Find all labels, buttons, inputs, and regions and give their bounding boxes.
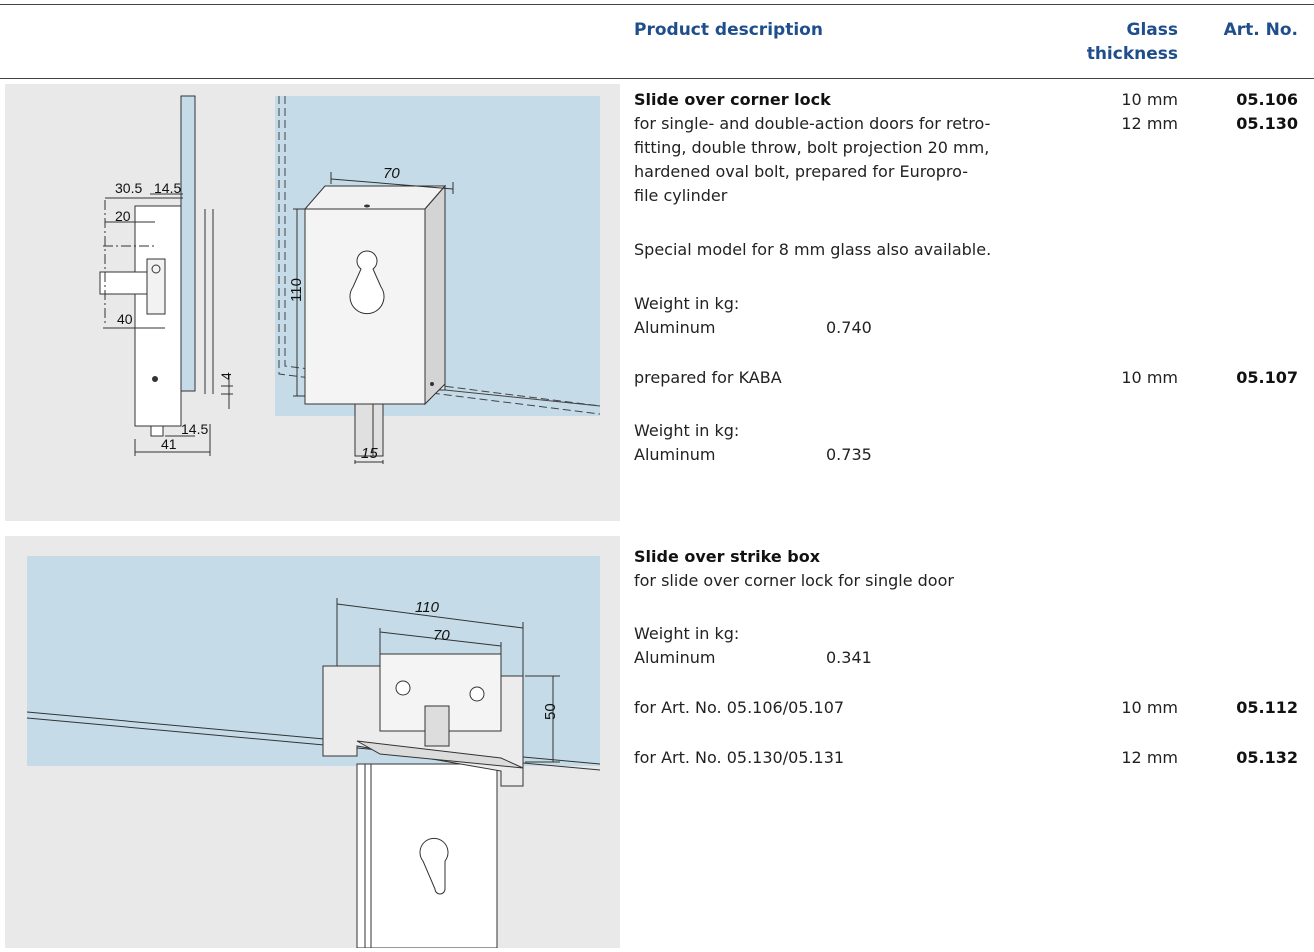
section1-thickness-2: 12 mm	[1121, 114, 1178, 133]
dim-110: 110	[415, 599, 440, 616]
top-rule	[0, 4, 1314, 5]
section1-desc-line4: file cylinder	[634, 186, 728, 205]
dim-70: 70	[433, 627, 450, 644]
section1-thickness-1: 10 mm	[1121, 90, 1178, 109]
dim-15: 15	[361, 445, 378, 462]
dim-50: 50	[542, 703, 559, 720]
screw-icon	[395, 680, 411, 696]
section1-weight-label-2: Weight in kg:	[634, 421, 740, 440]
section1-special-note: Special model for 8 mm glass also availa…	[634, 240, 992, 259]
dim-70: 70	[383, 165, 400, 182]
header-glass-thickness-line2: thickness	[1086, 44, 1178, 64]
section2-weight-value: 0.341	[826, 648, 872, 667]
section1-material-2: Aluminum	[634, 445, 716, 464]
section1-weight-value-2: 0.735	[826, 445, 872, 464]
section1-desc-line1: for single- and double-action doors for …	[634, 114, 991, 133]
section2-title: Slide over strike box	[634, 547, 821, 566]
strike-box-drawing-panel: 110 70 50	[5, 536, 620, 949]
section1-artno-2: 05.130	[1236, 114, 1298, 133]
dim-41: 41	[161, 436, 177, 452]
section2-row2-thickness: 12 mm	[1121, 748, 1178, 767]
section1-weight-label: Weight in kg:	[634, 294, 740, 313]
section1-artno-1: 05.106	[1236, 90, 1298, 109]
dim-20: 20	[115, 208, 131, 224]
section1-kaba-label: prepared for KABA	[634, 368, 782, 387]
screw-icon	[469, 686, 485, 702]
dim-30-5: 30.5	[115, 180, 142, 196]
section1-material: Aluminum	[634, 318, 716, 337]
dim-110: 110	[288, 278, 305, 302]
section2-row1-artno: 05.112	[1236, 698, 1298, 717]
header-glass-thickness-line1: Glass	[1126, 20, 1179, 40]
dim-4: 4	[218, 372, 234, 380]
header-product-description: Product description	[634, 20, 823, 40]
strike-box-drawing: 110 70 50	[26, 556, 601, 949]
corner-lock-drawing-panel: 70 110 15 30.5 14.5 20 40 4 14.5 41	[5, 84, 620, 521]
section2-weight-label: Weight in kg:	[634, 624, 740, 643]
section2-row1-label: for Art. No. 05.106/05.107	[634, 698, 845, 717]
section1-desc-line3: hardened oval bolt, prepared for Europro…	[634, 162, 968, 181]
dim-14-5-bottom: 14.5	[181, 421, 208, 437]
section1-title: Slide over corner lock	[634, 90, 831, 109]
section1-kaba-artno: 05.107	[1236, 368, 1298, 387]
section1-desc-line2: fitting, double throw, bolt projection 2…	[634, 138, 990, 157]
section2-row1-thickness: 10 mm	[1121, 698, 1178, 717]
section2-desc: for slide over corner lock for single do…	[634, 571, 954, 590]
corner-lock-drawing: 70 110 15 30.5 14.5 20 40 4 14.5 41	[99, 95, 601, 464]
dim-40: 40	[117, 311, 133, 327]
section2-row2-artno: 05.132	[1236, 748, 1298, 767]
header-art-no: Art. No.	[1223, 20, 1298, 40]
section1-kaba-thickness: 10 mm	[1121, 368, 1178, 387]
header-rule	[0, 78, 1314, 79]
section2-material: Aluminum	[634, 648, 716, 667]
header-glass-thickness: Glass thickness	[1060, 18, 1178, 66]
dim-14-5-top: 14.5	[154, 180, 181, 196]
section2-row2-label: for Art. No. 05.130/05.131	[634, 748, 845, 767]
section1-weight-value: 0.740	[826, 318, 872, 337]
